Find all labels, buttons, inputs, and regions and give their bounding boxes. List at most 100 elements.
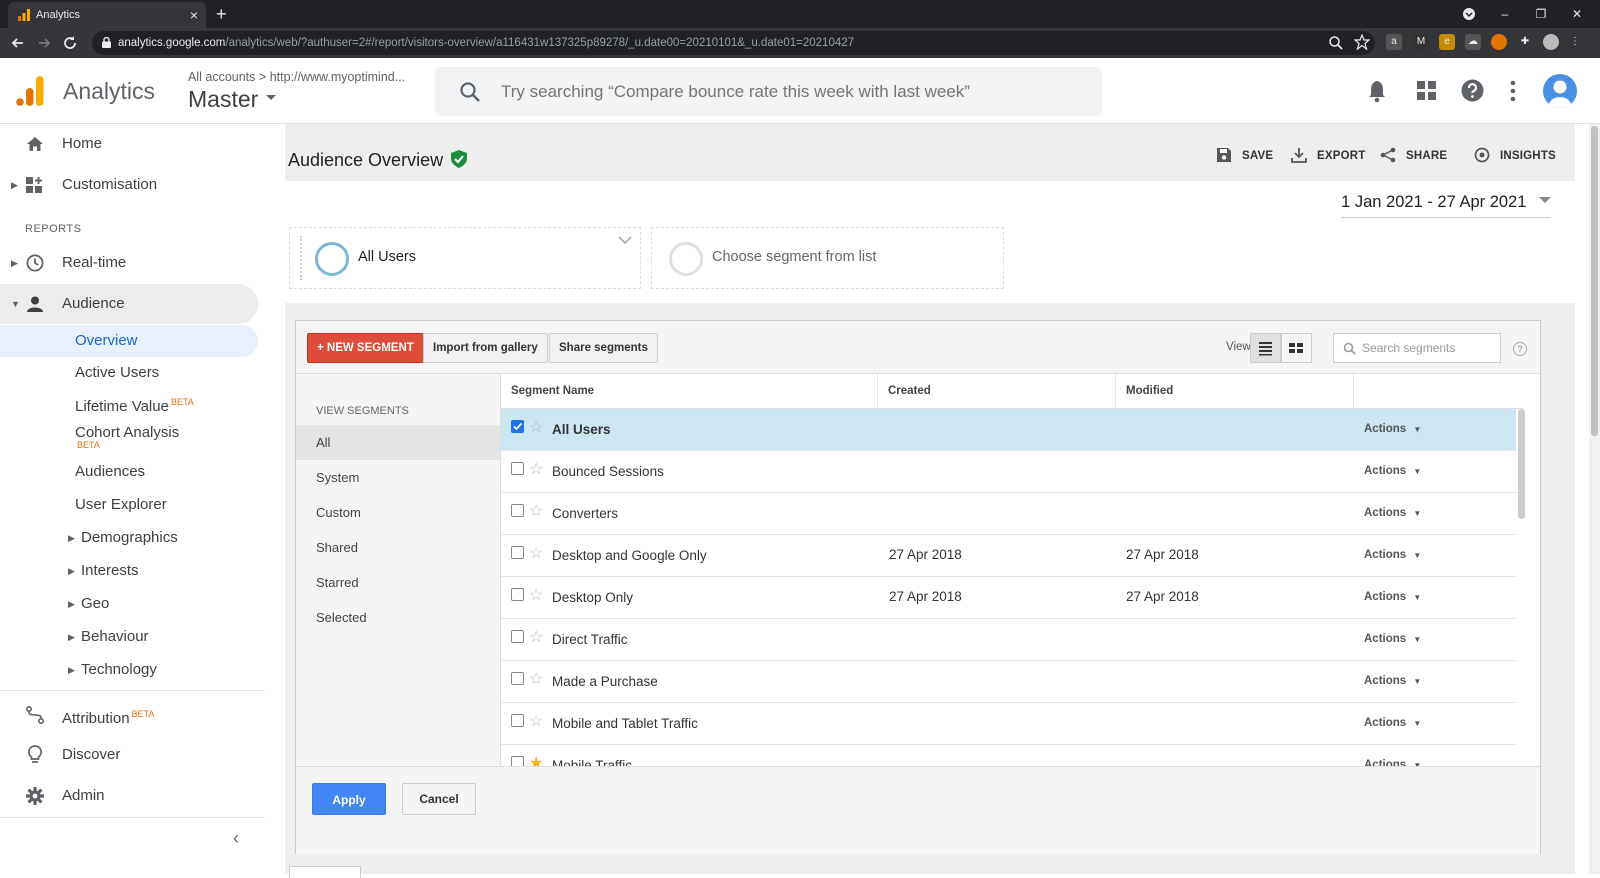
bookmark-star-icon[interactable] <box>1354 34 1370 50</box>
sidebar-item-realtime[interactable]: ▶ Real-time <box>0 243 258 283</box>
filter-custom[interactable]: Custom <box>296 495 500 530</box>
table-scrollbar[interactable] <box>1518 409 1525 519</box>
star-icon[interactable]: ☆ <box>529 670 543 690</box>
extension-a-icon[interactable]: a <box>1386 34 1402 50</box>
sidebar-item-customisation[interactable]: ▶ Customisation <box>0 165 258 205</box>
new-tab-button[interactable]: + <box>216 0 227 28</box>
window-close-button[interactable]: ✕ <box>1562 0 1592 28</box>
share-segments-button[interactable]: Share segments <box>549 333 658 363</box>
grid-view-button[interactable] <box>1281 333 1312 363</box>
sidebar-item-lifetime-value[interactable]: Lifetime Value BETA <box>75 397 194 415</box>
table-row[interactable]: ☆ Bounced Sessions Actions ▼ <box>501 451 1516 493</box>
filter-starred[interactable]: Starred <box>296 565 500 600</box>
sidebar-item-audience[interactable]: ▼ Audience <box>0 284 258 324</box>
actions-dropdown[interactable]: Actions ▼ <box>1364 633 1421 645</box>
table-row[interactable]: ☆ Desktop Only 27 Apr 2018 27 Apr 2018 Actio… <box>501 577 1516 619</box>
row-checkbox[interactable] <box>511 546 524 559</box>
table-row[interactable]: ☆ Made a Purchase Actions ▼ <box>501 661 1516 703</box>
cancel-button[interactable]: Cancel <box>402 783 476 815</box>
actions-dropdown[interactable]: Actions ▼ <box>1364 591 1421 603</box>
zoom-icon[interactable] <box>1328 35 1344 51</box>
table-row[interactable]: ☆ Mobile and Tablet Traffic Actions ▼ <box>501 703 1516 745</box>
sidebar-item-audiences[interactable]: Audiences <box>75 463 145 480</box>
column-segment-name[interactable]: Segment Name <box>501 374 878 409</box>
save-button[interactable]: SAVE <box>1217 148 1273 162</box>
star-icon[interactable]: ☆ <box>529 418 543 438</box>
tab-close-icon[interactable]: × <box>190 2 198 28</box>
actions-dropdown[interactable]: Actions ▼ <box>1364 759 1421 766</box>
reload-icon[interactable] <box>60 33 80 53</box>
page-scrollbar-thumb[interactable] <box>1591 126 1598 436</box>
apps-grid-icon[interactable] <box>1417 81 1437 101</box>
segment-search-input[interactable] <box>1362 334 1497 362</box>
column-created[interactable]: Created <box>878 374 1116 409</box>
insights-button[interactable]: INSIGHTS <box>1474 147 1556 163</box>
restore-button[interactable]: ❐ <box>1526 0 1556 28</box>
collapse-sidebar-icon[interactable]: ‹ <box>233 828 239 849</box>
extension-moon-icon[interactable] <box>1491 34 1507 50</box>
page-scrollbar[interactable] <box>1589 124 1600 874</box>
breadcrumb-property[interactable]: http://www.myoptimind... <box>270 70 405 84</box>
import-gallery-button[interactable]: Import from gallery <box>423 333 548 363</box>
extension-m-icon[interactable]: M <box>1413 34 1429 50</box>
row-checkbox[interactable] <box>511 504 524 517</box>
filter-all[interactable]: All <box>296 425 500 460</box>
table-row[interactable]: ★ Mobile Traffic Actions ▼ <box>501 745 1516 766</box>
date-range-picker[interactable]: 1 Jan 2021 - 27 Apr 2021 <box>1341 193 1551 218</box>
table-row[interactable]: ☆ All Users Actions ▼ <box>501 409 1516 451</box>
chevron-down-icon[interactable] <box>618 236 632 245</box>
segment-search-box[interactable] <box>1333 333 1501 363</box>
star-icon[interactable]: ☆ <box>529 628 543 648</box>
sidebar-item-user-explorer[interactable]: User Explorer <box>75 496 167 513</box>
extension-cloud-icon[interactable]: ☁ <box>1465 34 1481 50</box>
sidebar-item-cohort-analysis[interactable]: Cohort Analysis BETA <box>75 424 179 450</box>
list-view-button[interactable] <box>1250 333 1281 363</box>
actions-dropdown[interactable]: Actions ▼ <box>1364 717 1421 729</box>
browser-tab[interactable]: Analytics × <box>8 2 206 28</box>
column-modified[interactable]: Modified <box>1116 374 1354 409</box>
analytics-logo-icon[interactable] <box>16 76 44 106</box>
minimize-button[interactable]: – <box>1490 0 1520 28</box>
row-checkbox[interactable] <box>511 588 524 601</box>
sidebar-item-overview[interactable]: Overview <box>0 325 258 357</box>
filter-shared[interactable]: Shared <box>296 530 500 565</box>
sidebar-item-active-users[interactable]: Active Users <box>75 364 159 381</box>
forward-arrow-icon[interactable] <box>34 33 54 53</box>
star-icon[interactable]: ☆ <box>529 544 543 564</box>
row-checkbox[interactable] <box>511 714 524 727</box>
row-checkbox[interactable] <box>511 756 524 766</box>
sidebar-item-demographics[interactable]: Demographics <box>81 529 178 546</box>
star-icon[interactable]: ★ <box>529 754 543 766</box>
actions-dropdown[interactable]: Actions ▼ <box>1364 507 1421 519</box>
breadcrumb-root[interactable]: All accounts <box>188 70 255 84</box>
browser-profile-icon[interactable] <box>1543 34 1559 50</box>
star-icon[interactable]: ☆ <box>529 460 543 480</box>
browser-menu-icon[interactable]: ⋮ <box>1567 34 1583 50</box>
sidebar-item-admin[interactable]: Admin <box>0 776 258 816</box>
sidebar-item-technology[interactable]: Technology <box>81 661 157 678</box>
segment-slot-empty[interactable]: Choose segment from list <box>651 227 1004 289</box>
actions-dropdown[interactable]: Actions ▼ <box>1364 465 1421 477</box>
table-row[interactable]: ☆ Converters Actions ▼ <box>501 493 1516 535</box>
segment-slot-all-users[interactable]: All Users <box>289 227 641 289</box>
actions-dropdown[interactable]: Actions ▼ <box>1364 675 1421 687</box>
back-arrow-icon[interactable] <box>8 33 28 53</box>
star-icon[interactable]: ☆ <box>529 502 543 522</box>
breadcrumb[interactable]: All accounts > http://www.myoptimind... <box>188 70 405 84</box>
help-icon[interactable] <box>1461 79 1484 102</box>
account-avatar[interactable] <box>1543 74 1577 108</box>
sidebar-item-geo[interactable]: Geo <box>81 595 109 612</box>
url-bar[interactable]: analytics.google.com/analytics/web/?auth… <box>92 31 1375 55</box>
search-bar[interactable] <box>435 67 1102 116</box>
filter-selected[interactable]: Selected <box>296 600 500 635</box>
star-icon[interactable]: ☆ <box>529 586 543 606</box>
sidebar-item-behaviour[interactable]: Behaviour <box>81 628 149 645</box>
row-checkbox[interactable] <box>511 420 524 433</box>
row-checkbox[interactable] <box>511 462 524 475</box>
sidebar-item-interests[interactable]: Interests <box>81 562 139 579</box>
view-selector[interactable]: Master <box>188 86 277 113</box>
row-checkbox[interactable] <box>511 630 524 643</box>
drag-handle[interactable] <box>300 236 304 280</box>
sidebar-item-attribution[interactable]: Attribution BETA <box>0 694 258 734</box>
notifications-bell-icon[interactable] <box>1367 79 1387 103</box>
